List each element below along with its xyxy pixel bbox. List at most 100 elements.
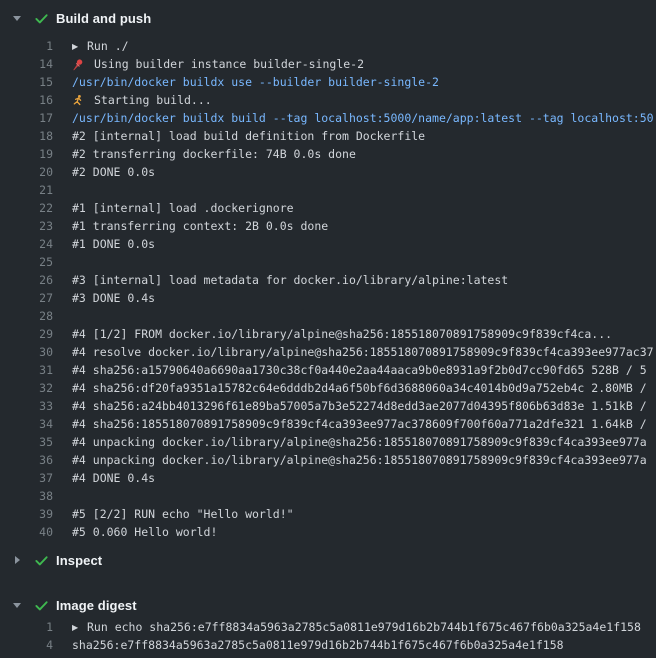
log-text-content: #4 sha256:df20fa9351a15782c64e6dddb2d4a6… xyxy=(72,381,654,395)
section-header-image-digest[interactable]: Image digest xyxy=(0,592,656,618)
line-number[interactable]: 38 xyxy=(0,489,53,503)
log-line: 36 #4 unpacking docker.io/library/alpine@… xyxy=(0,451,656,469)
log-section-build-and-push: Build and push 1 ▶ Run ./ 14 Using builder i… xyxy=(0,5,656,547)
log-text-content: sha256:e7ff8834a5963a2785c5a0811e979d16b… xyxy=(72,638,564,652)
chevron-down-icon[interactable] xyxy=(12,600,22,610)
log-section-inspect: Inspect xyxy=(0,547,656,573)
log-line: 1 ▶Run echo sha256:e7ff8834a5963a2785c5a0… xyxy=(0,618,656,636)
log-text: #1 [internal] load .dockerignore xyxy=(72,201,294,215)
log-text-content: #5 [2/2] RUN echo "Hello world!" xyxy=(72,507,294,521)
log-line: 37 #4 DONE 0.4s xyxy=(0,469,656,487)
log-text: #3 DONE 0.4s xyxy=(72,291,155,305)
line-number[interactable]: 21 xyxy=(0,183,53,197)
log-line: 15/usr/bin/docker buildx use --builder b… xyxy=(0,73,656,91)
line-number[interactable]: 27 xyxy=(0,291,53,305)
line-number[interactable]: 36 xyxy=(0,453,53,467)
expand-icon[interactable]: ▶ xyxy=(72,42,81,51)
line-number[interactable]: 23 xyxy=(0,219,53,233)
log-line: 16 Starting build... xyxy=(0,91,656,109)
chevron-right-icon[interactable] xyxy=(12,555,22,565)
log-text: #4 DONE 0.4s xyxy=(72,471,155,485)
log-text-content: #4 resolve docker.io/library/alpine@sha2… xyxy=(72,345,654,359)
log-text: ▶Run echo sha256:e7ff8834a5963a2785c5a08… xyxy=(72,620,641,634)
log-text-content: /usr/bin/docker buildx build --tag local… xyxy=(72,111,654,125)
log-text: #5 0.060 Hello world! xyxy=(72,525,217,539)
log-text-content: #1 DONE 0.0s xyxy=(72,237,155,251)
line-number[interactable]: 26 xyxy=(0,273,53,287)
line-number[interactable]: 14 xyxy=(0,57,53,71)
line-number[interactable]: 1 xyxy=(0,39,53,53)
log-text-content: #2 transferring dockerfile: 74B 0.0s don… xyxy=(72,147,356,161)
log-text-content: #3 DONE 0.4s xyxy=(72,291,155,305)
line-number[interactable]: 32 xyxy=(0,381,53,395)
log-text-content: #4 sha256:a15790640a6690aa1730c38cf0a440… xyxy=(72,363,647,377)
log-text-content: #1 [internal] load .dockerignore xyxy=(72,201,294,215)
line-number[interactable]: 1 xyxy=(0,620,53,634)
line-number[interactable]: 22 xyxy=(0,201,53,215)
line-number[interactable]: 18 xyxy=(0,129,53,143)
log-text: #2 transferring dockerfile: 74B 0.0s don… xyxy=(72,147,356,161)
line-number[interactable]: 28 xyxy=(0,309,53,323)
line-number[interactable]: 15 xyxy=(0,75,53,89)
log-line: 38 xyxy=(0,487,656,505)
line-number[interactable]: 31 xyxy=(0,363,53,377)
log-line: 23 #1 transferring context: 2B 0.0s done xyxy=(0,217,656,235)
runner-icon xyxy=(72,94,86,107)
log-section-image-digest: Image digest 1 ▶Run echo sha256:e7ff8834a… xyxy=(0,592,656,658)
log-line: 19 #2 transferring dockerfile: 74B 0.0s d… xyxy=(0,145,656,163)
log-text-content: Using builder instance builder-single-2 xyxy=(94,57,364,71)
line-number[interactable]: 17 xyxy=(0,111,53,125)
log-command-text: /usr/bin/docker buildx use --builder bui… xyxy=(72,75,439,89)
line-number[interactable]: 4 xyxy=(0,638,53,652)
log-line: 17/usr/bin/docker buildx build --tag loc… xyxy=(0,109,656,127)
log-line: 31 #4 sha256:a15790640a6690aa1730c38cf0a4… xyxy=(0,361,656,379)
line-number[interactable]: 37 xyxy=(0,471,53,485)
log-text-content: Run ./ xyxy=(87,39,129,53)
expand-icon[interactable]: ▶ xyxy=(72,623,81,632)
line-number[interactable]: 33 xyxy=(0,399,53,413)
log-command-text: /usr/bin/docker buildx build --tag local… xyxy=(72,111,654,125)
log-line: 29#4 [1/2] FROM docker.io/library/alpine… xyxy=(0,325,656,343)
section-header-inspect[interactable]: Inspect xyxy=(0,547,656,573)
log-text: Using builder instance builder-single-2 xyxy=(72,57,364,71)
line-number[interactable]: 34 xyxy=(0,417,53,431)
log-text-content: #4 sha256:185518070891758909c9f839cf4ca3… xyxy=(72,417,654,431)
log-lines: 1 ▶ Run ./ 14 Using builder instance builder… xyxy=(0,31,656,547)
line-number[interactable]: 29 xyxy=(0,327,53,341)
section-title: Inspect xyxy=(56,553,102,568)
log-text-content: #1 transferring context: 2B 0.0s done xyxy=(72,219,328,233)
log-text: ▶ Run ./ xyxy=(72,39,129,53)
check-icon xyxy=(33,10,49,26)
log-line: 18#2 [internal] load build definition fr… xyxy=(0,127,656,145)
log-lines: 1 ▶Run echo sha256:e7ff8834a5963a2785c5a0… xyxy=(0,618,656,658)
line-number[interactable]: 16 xyxy=(0,93,53,107)
line-number[interactable]: 40 xyxy=(0,525,53,539)
log-line: 20#2 DONE 0.0s xyxy=(0,163,656,181)
line-number[interactable]: 24 xyxy=(0,237,53,251)
line-number[interactable]: 19 xyxy=(0,147,53,161)
line-number[interactable]: 35 xyxy=(0,435,53,449)
log-text: #1 transferring context: 2B 0.0s done xyxy=(72,219,328,233)
log-line: 1 ▶ Run ./ xyxy=(0,37,656,55)
log-text-content: Starting build... xyxy=(94,93,212,107)
log-text: #4 sha256:a24bb4013296f61e89ba57005a7b3e… xyxy=(72,399,654,413)
log-text: Starting build... xyxy=(72,93,212,107)
log-text-content: #4 unpacking docker.io/library/alpine@sh… xyxy=(72,435,647,449)
log-text: #3 [internal] load metadata for docker.i… xyxy=(72,273,508,287)
line-number[interactable]: 30 xyxy=(0,345,53,359)
section-header-build-and-push[interactable]: Build and push xyxy=(0,5,656,31)
log-line: 28 xyxy=(0,307,656,325)
line-number[interactable]: 39 xyxy=(0,507,53,521)
line-number[interactable]: 25 xyxy=(0,255,53,269)
log-text: #4 unpacking docker.io/library/alpine@sh… xyxy=(72,453,647,467)
log-line: 35 #4 unpacking docker.io/library/alpine@… xyxy=(0,433,656,451)
log-text-content: /usr/bin/docker buildx use --builder bui… xyxy=(72,75,439,89)
log-line: 40 #5 0.060 Hello world! xyxy=(0,523,656,541)
log-text: #4 sha256:df20fa9351a15782c64e6dddb2d4a6… xyxy=(72,381,654,395)
line-number[interactable]: 20 xyxy=(0,165,53,179)
log-line: 24 #1 DONE 0.0s xyxy=(0,235,656,253)
chevron-down-icon[interactable] xyxy=(12,13,22,23)
log-line: 39 #5 [2/2] RUN echo "Hello world!" xyxy=(0,505,656,523)
log-text-content: #4 sha256:a24bb4013296f61e89ba57005a7b3e… xyxy=(72,399,654,413)
section-title: Image digest xyxy=(56,598,137,613)
